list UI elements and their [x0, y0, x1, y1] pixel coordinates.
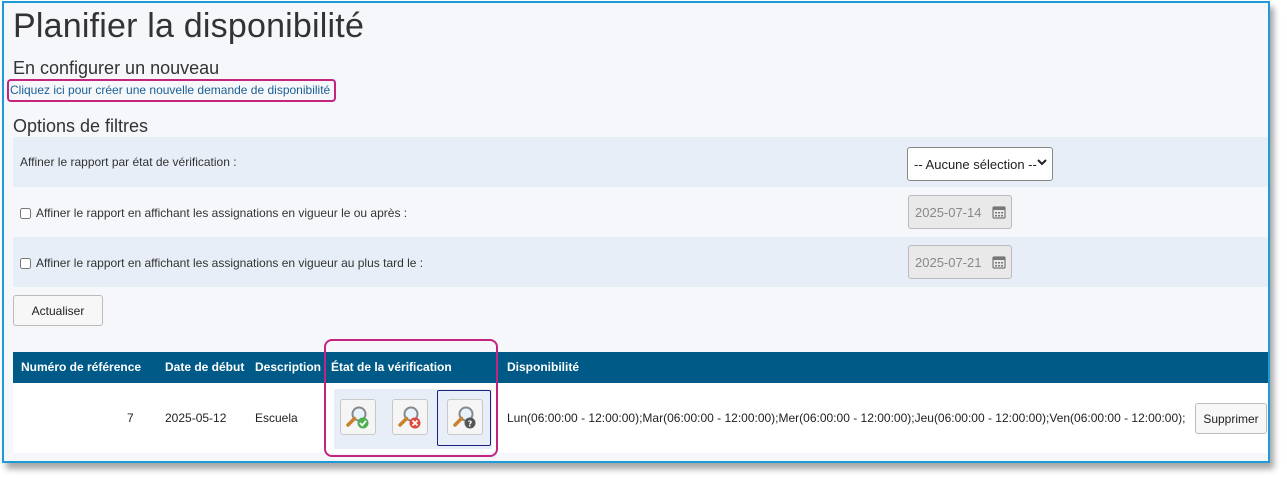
- status-select[interactable]: -- Aucune sélection --: [907, 147, 1053, 181]
- header-reference: Numéro de référence: [21, 360, 142, 374]
- no-later-date-field[interactable]: 2025-07-21: [908, 245, 1012, 279]
- header-start-date: Date de début: [165, 360, 245, 374]
- header-availability: Disponibilité: [507, 360, 579, 374]
- header-description: Description: [255, 360, 322, 374]
- on-or-after-filter: Affiner le rapport en affichant les assi…: [20, 206, 407, 220]
- on-or-after-date-field[interactable]: 2025-07-14: [908, 195, 1012, 229]
- filter-row-status: Affiner le rapport par état de vérificat…: [13, 137, 1268, 187]
- cell-availability: Lun(06:00:00 - 12:00:00);Mar(06:00:00 - …: [507, 411, 1186, 425]
- status-column-highlight: [324, 339, 498, 457]
- no-later-checkbox[interactable]: [20, 257, 31, 269]
- filter-row-no-later: Affiner le rapport en affichant les assi…: [13, 237, 1268, 287]
- status-filter-label: Affiner le rapport par état de vérificat…: [20, 155, 237, 169]
- cell-reference: 7: [127, 411, 134, 425]
- on-or-after-checkbox[interactable]: [20, 207, 31, 219]
- chevron-down-icon: [1037, 157, 1047, 170]
- filters-title: Options de filtres: [13, 116, 149, 136]
- calendar-icon[interactable]: [992, 205, 1006, 219]
- filter-row-on-or-after: Affiner le rapport en affichant les assi…: [13, 187, 1268, 237]
- cell-start-date: 2025-05-12: [165, 411, 227, 425]
- create-availability-link[interactable]: Cliquez ici pour créer une nouvelle dema…: [10, 83, 330, 97]
- status-select-value: -- Aucune sélection --: [914, 156, 1037, 172]
- on-or-after-date-value: 2025-07-14: [915, 204, 982, 220]
- on-or-after-label: Affiner le rapport en affichant les assi…: [36, 206, 408, 220]
- window-frame: Planifier la disponibilité En configurer…: [2, 1, 1270, 463]
- delete-button[interactable]: Supprimer: [1195, 403, 1267, 434]
- refresh-button[interactable]: Actualiser: [13, 295, 103, 326]
- create-section-title: En configurer un nouveau: [13, 58, 220, 78]
- no-later-label: Affiner le rapport en affichant les assi…: [36, 256, 424, 270]
- no-later-filter: Affiner le rapport en affichant les assi…: [20, 256, 423, 270]
- cell-description: Escuela: [255, 411, 298, 425]
- no-later-date-value: 2025-07-21: [915, 254, 982, 270]
- table-row: 7 2025-05-12 Escuela Lun(06:00:00 - 12:0…: [13, 383, 1268, 453]
- calendar-icon[interactable]: [992, 255, 1006, 269]
- page-title: Planifier la disponibilité: [13, 7, 365, 45]
- table-header: Numéro de référence Date de début Descri…: [13, 352, 1268, 383]
